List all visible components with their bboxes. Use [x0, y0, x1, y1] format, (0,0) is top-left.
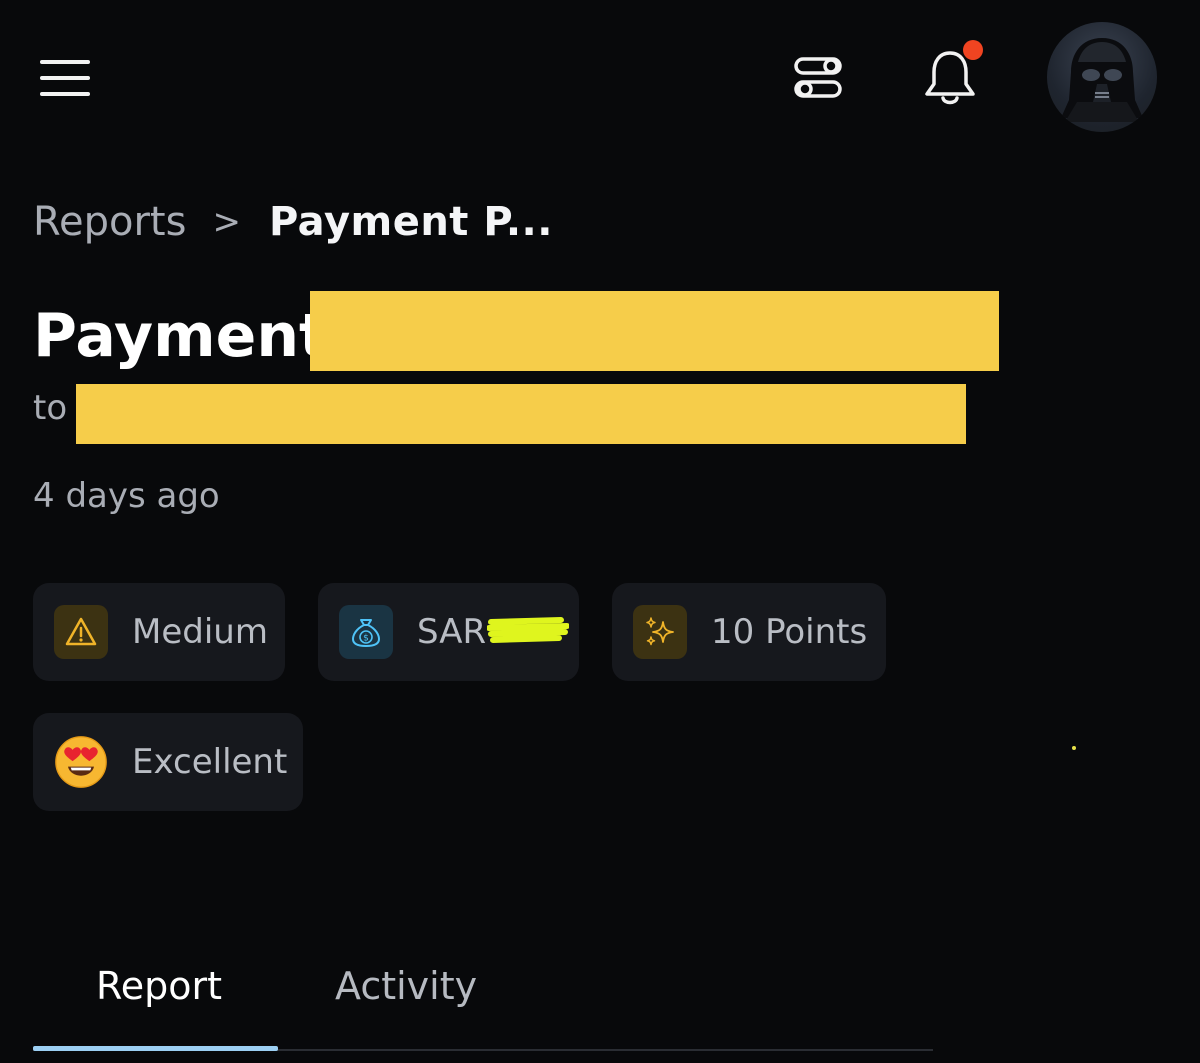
breadcrumb-current: Payment P... [268, 199, 553, 245]
notification-badge [963, 40, 983, 60]
points-chip: 10 Points [612, 583, 886, 681]
active-tab-indicator [33, 1046, 278, 1051]
bounty-currency: SAR [417, 612, 487, 652]
rating-chip: Excellent [33, 713, 303, 811]
toggles-icon[interactable] [794, 56, 842, 100]
report-timestamp: 4 days ago [33, 476, 220, 516]
recipient-redaction [76, 384, 966, 444]
hamburger-menu-icon[interactable] [40, 60, 92, 96]
avatar[interactable] [1047, 22, 1157, 132]
breadcrumb-reports-link[interactable]: Reports [33, 199, 186, 245]
recipient-prefix: to [33, 388, 68, 428]
top-bar [0, 0, 1200, 150]
tab-activity[interactable]: Activity [335, 964, 477, 1008]
svg-text:$: $ [363, 634, 369, 644]
breadcrumb: Reports > Payment P... [33, 194, 553, 250]
points-label: 10 Points [711, 612, 868, 652]
tab-report[interactable]: Report [96, 964, 222, 1008]
sparkles-icon [633, 605, 687, 659]
rating-label: Excellent [132, 742, 288, 782]
page-title: Payment [33, 301, 328, 371]
stray-dot [1072, 746, 1076, 750]
title-redaction [310, 291, 999, 371]
warning-triangle-icon [54, 605, 108, 659]
money-bag-icon: $ [339, 605, 393, 659]
breadcrumb-separator: > [212, 202, 241, 242]
severity-chip: Medium [33, 583, 285, 681]
heart-eyes-emoji-icon [54, 735, 108, 789]
tab-bar: Report Activity [33, 940, 933, 1056]
severity-label: Medium [132, 612, 268, 652]
bounty-amount-redaction [487, 617, 569, 643]
